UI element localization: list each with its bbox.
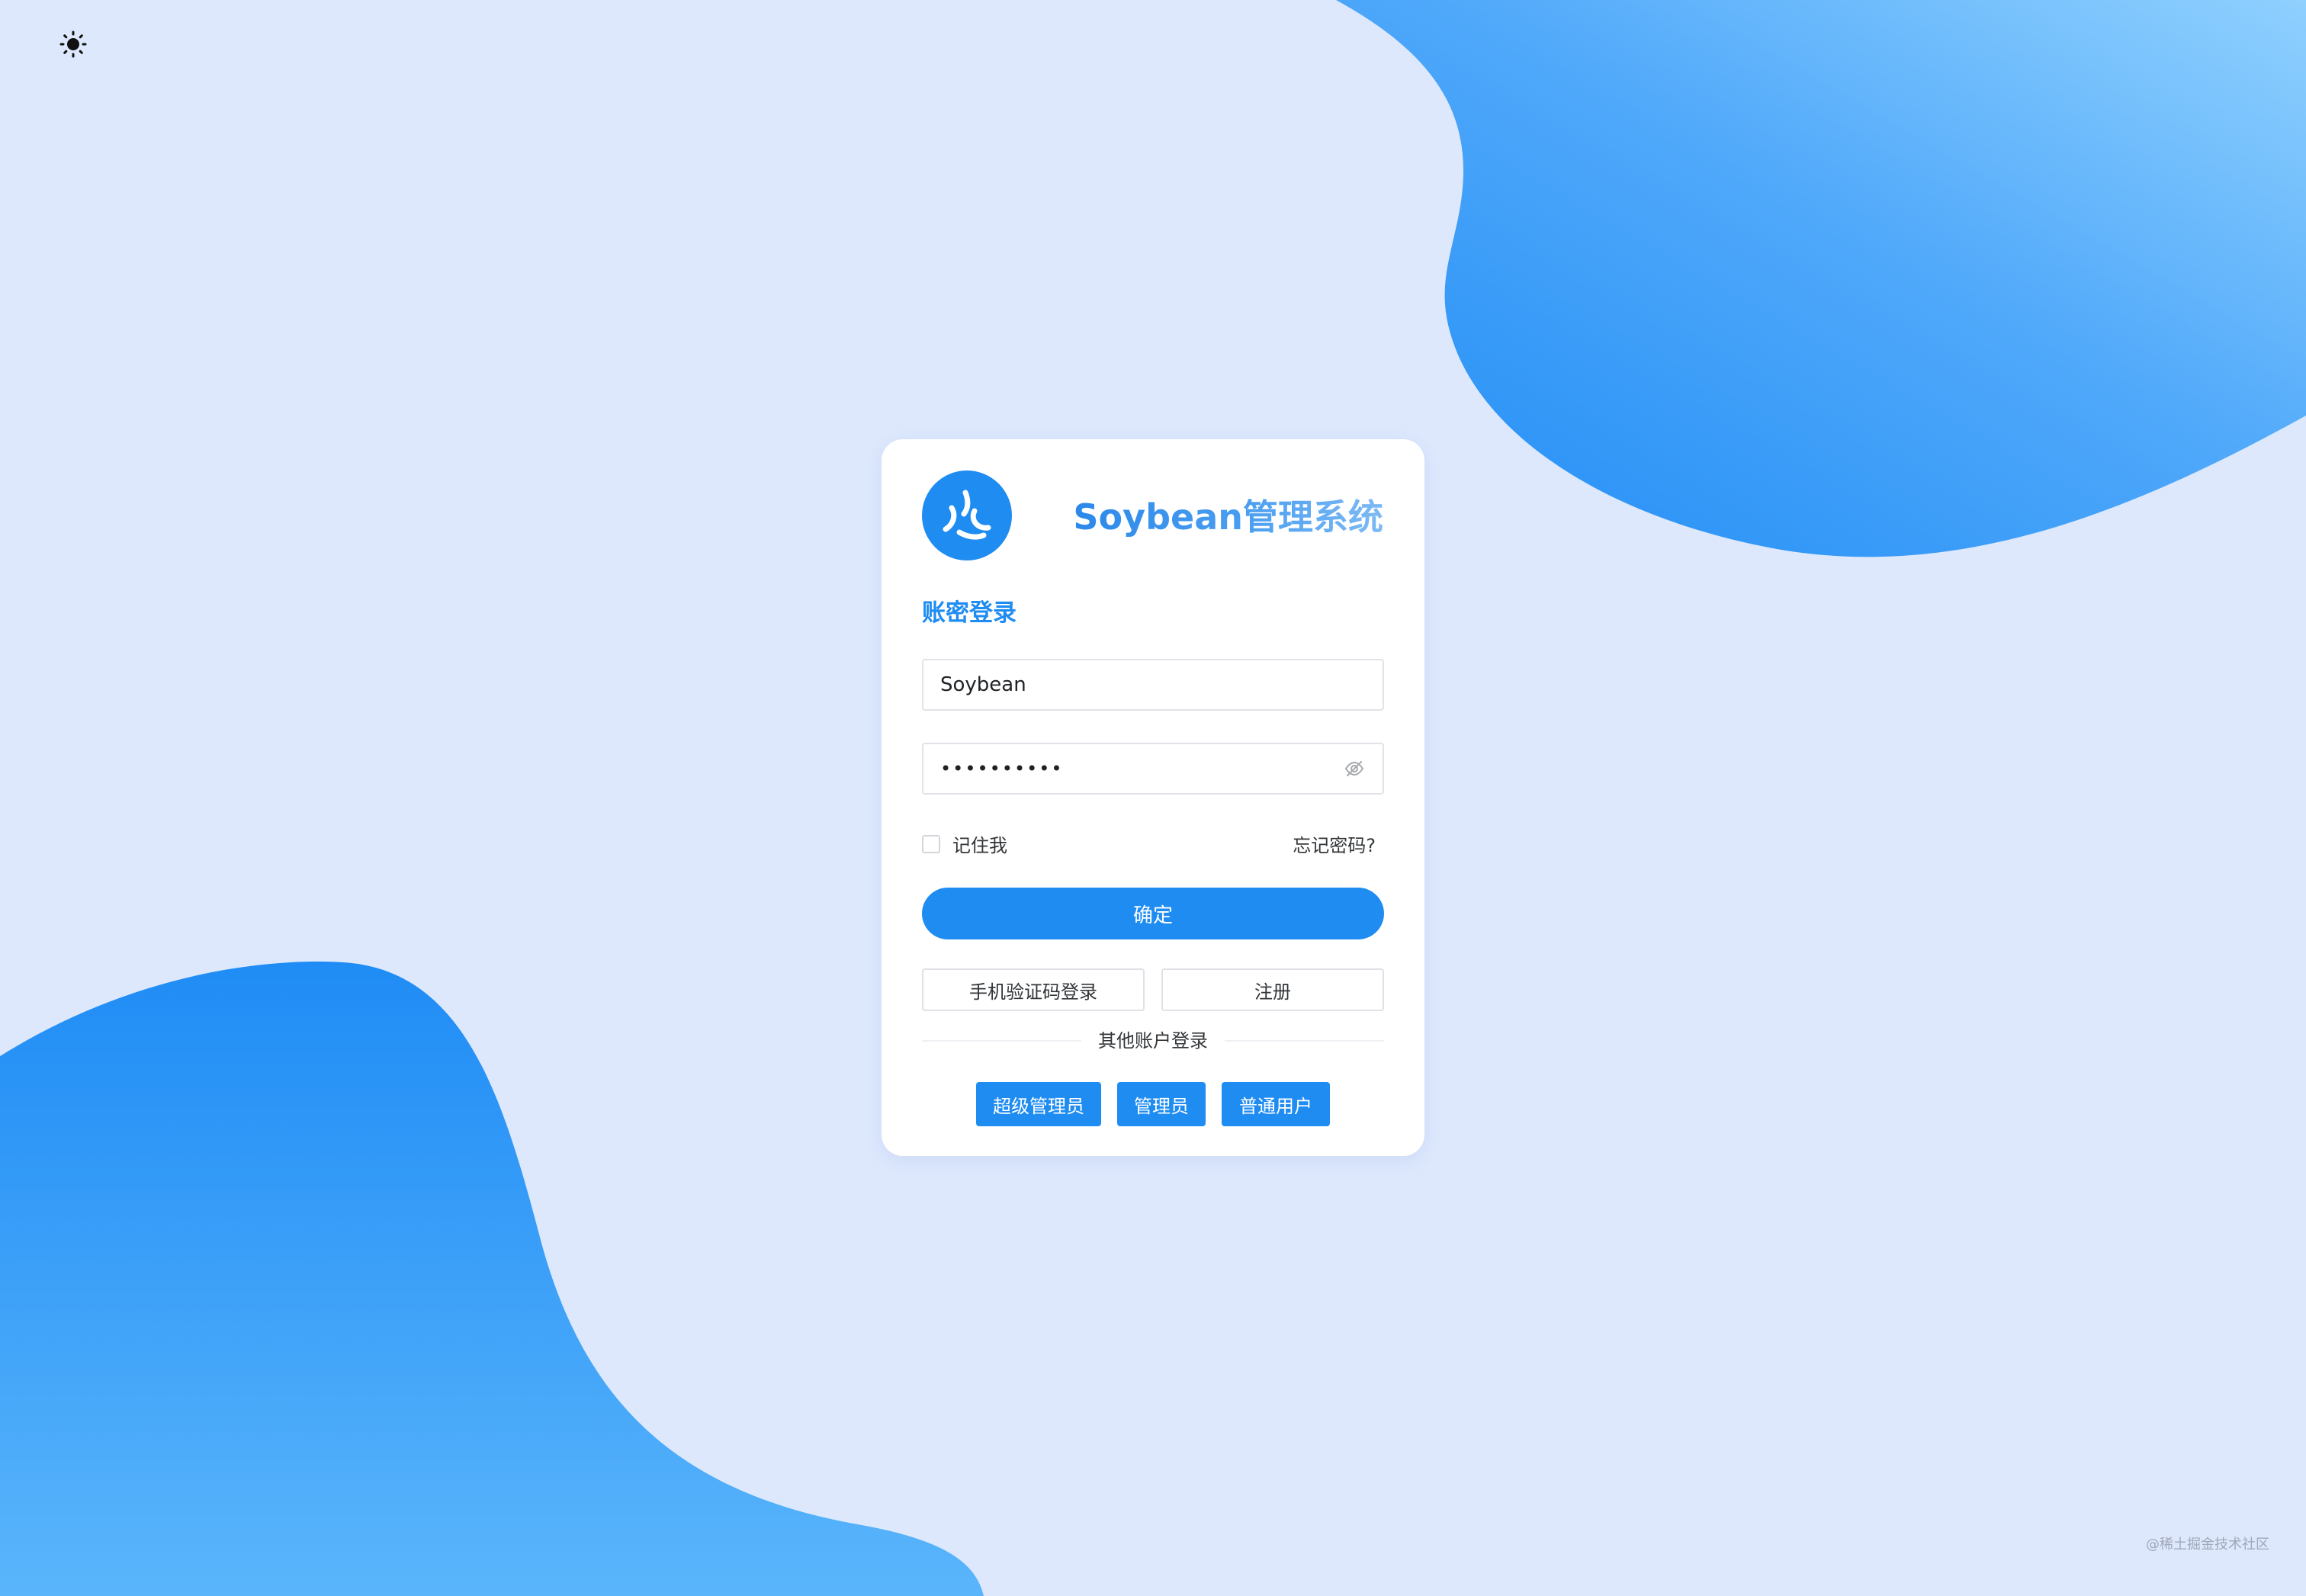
soybean-logo-icon — [943, 490, 991, 540]
divider-line — [1225, 1040, 1384, 1042]
super-admin-login-button[interactable]: 超级管理员 — [976, 1082, 1101, 1126]
eye-off-icon — [1344, 761, 1364, 776]
normal-user-login-button[interactable]: 普通用户 — [1222, 1082, 1330, 1126]
other-login-divider: 其他账户登录 — [922, 1032, 1384, 1050]
other-login-label: 其他账户登录 — [1098, 1030, 1208, 1052]
sun-icon — [59, 31, 87, 58]
phone-login-button[interactable]: 手机验证码登录 — [922, 968, 1145, 1011]
watermark: @稀土掘金技术社区 — [2146, 1537, 2269, 1553]
bottom-left-blob — [0, 962, 984, 1596]
top-right-blob — [1336, 0, 2306, 557]
confirm-button[interactable]: 确定 — [922, 888, 1384, 939]
password-visibility-toggle[interactable] — [1343, 757, 1366, 780]
login-mode-title: 账密登录 — [922, 599, 1017, 627]
remember-me-checkbox[interactable] — [922, 834, 940, 853]
app-title: Soybean管理系统 — [1073, 490, 1383, 540]
remember-me[interactable]: 记住我 — [922, 830, 1007, 857]
divider-line — [922, 1040, 1081, 1042]
admin-login-button[interactable]: 管理员 — [1117, 1082, 1206, 1126]
app-logo — [922, 470, 1012, 560]
username-input[interactable] — [923, 660, 1383, 709]
forgot-password-link[interactable]: 忘记密码? — [1293, 830, 1376, 857]
remember-me-label: 记住我 — [952, 835, 1007, 856]
password-field-wrapper — [922, 743, 1384, 795]
username-field-wrapper — [922, 659, 1384, 711]
register-button[interactable]: 注册 — [1161, 968, 1384, 1011]
theme-toggle-button[interactable] — [56, 27, 90, 61]
login-card: Soybean管理系统 账密登录 记住我 忘记密码? 确定 手机验证码登录 注册… — [882, 439, 1424, 1156]
password-input[interactable] — [923, 744, 1343, 793]
